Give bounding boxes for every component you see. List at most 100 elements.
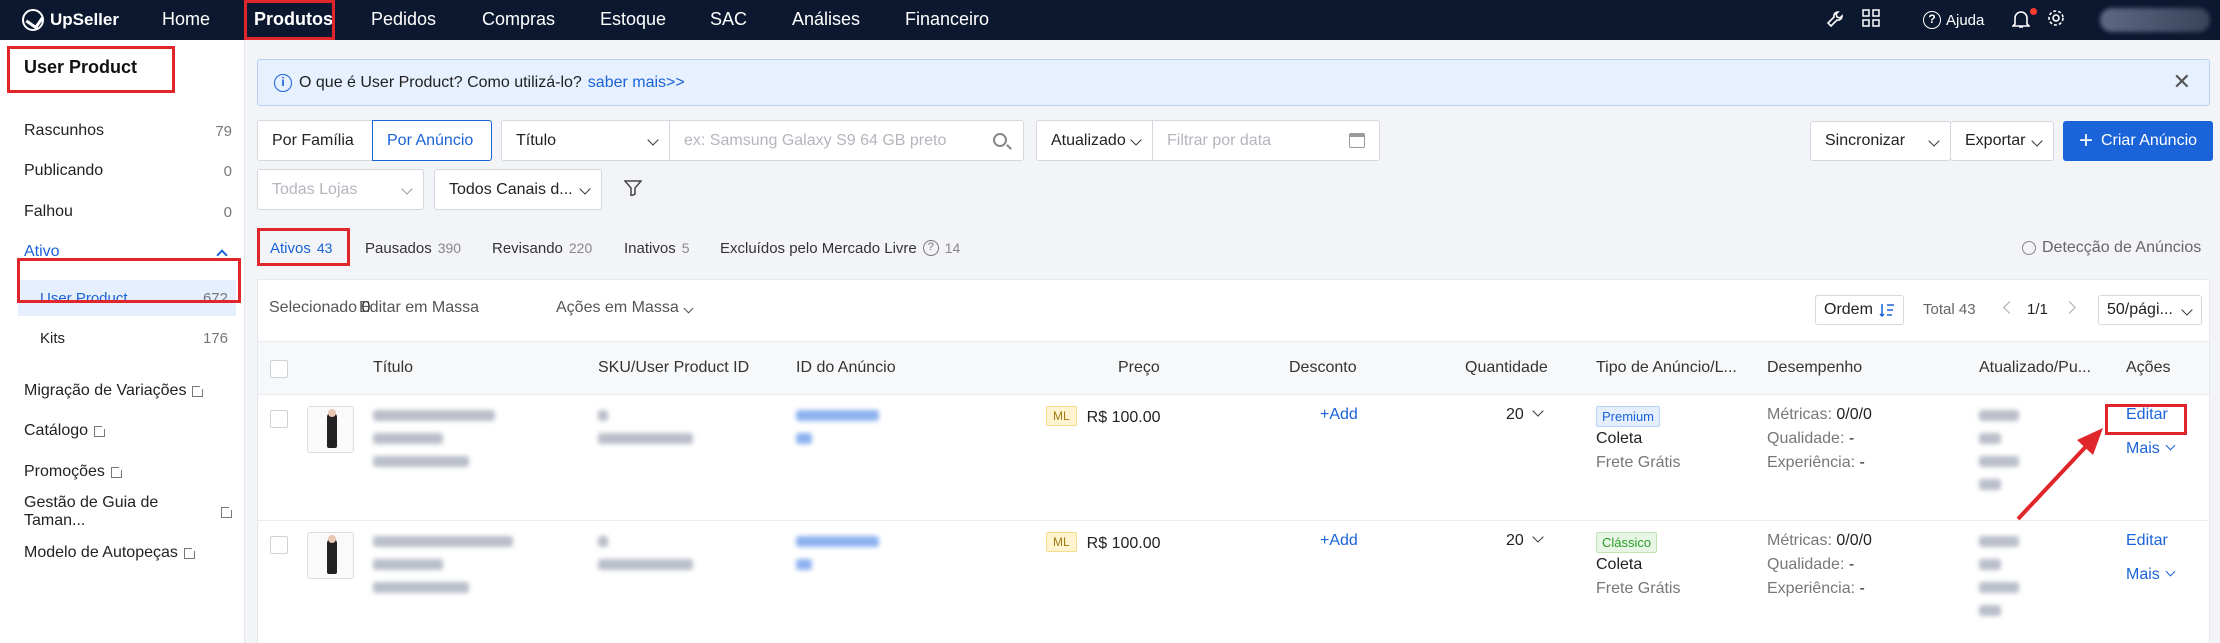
- quantity-dropdown[interactable]: 20: [1506, 531, 1544, 550]
- sidebar-link-label: Catálogo: [24, 422, 89, 439]
- sidebar-item-rascunhos[interactable]: Rascunhos 79: [24, 116, 232, 146]
- quality-label: Qualidade:: [1767, 556, 1845, 573]
- wrench-icon[interactable]: [1824, 9, 1846, 31]
- more-dropdown[interactable]: Mais: [2126, 440, 2176, 458]
- date-field-select[interactable]: Atualizado: [1036, 120, 1153, 161]
- sidebar-link-migracao[interactable]: Migração de Variações: [24, 376, 232, 406]
- metrics-row: Métricas: 0/0/0: [1767, 406, 1872, 424]
- more-dropdown[interactable]: Mais: [2126, 566, 2176, 584]
- add-discount-link[interactable]: +Add: [1320, 406, 1358, 424]
- col-listing-type[interactable]: Tipo de Anúncio/L...: [1596, 359, 1737, 377]
- search-placeholder: ex: Samsung Galaxy S9 64 GB preto: [684, 131, 947, 149]
- listing-detection-button[interactable]: Detecção de Anúncios: [2022, 239, 2201, 257]
- row-checkbox[interactable]: [270, 410, 288, 428]
- order-label: Ordem: [1824, 301, 1873, 318]
- stores-select[interactable]: Todas Lojas: [257, 169, 424, 210]
- sidebar-link-catalogo[interactable]: Catálogo: [24, 416, 232, 446]
- nav-analises[interactable]: Análises: [792, 0, 860, 40]
- apps-grid-icon[interactable]: [1860, 9, 1882, 31]
- channels-select[interactable]: Todos Canais d...: [434, 169, 602, 210]
- search-input[interactable]: ex: Samsung Galaxy S9 64 GB preto: [669, 120, 1024, 161]
- quantity-dropdown[interactable]: 20: [1506, 405, 1544, 424]
- order-button[interactable]: Ordem: [1815, 295, 1904, 325]
- tab-inativos[interactable]: Inativos 5: [624, 236, 690, 260]
- tab-pausados[interactable]: Pausados 390: [365, 236, 461, 260]
- col-price[interactable]: Preço: [1118, 359, 1160, 377]
- filter-icon[interactable]: [624, 180, 642, 196]
- sidebar-item-kits[interactable]: Kits 176: [18, 320, 236, 356]
- col-quantity[interactable]: Quantidade: [1465, 359, 1548, 377]
- learn-more-link[interactable]: saber mais>>: [588, 74, 685, 92]
- redacted-link[interactable]: [796, 559, 812, 570]
- brand-logo[interactable]: UpSeller: [22, 0, 119, 40]
- sidebar-item-label: Rascunhos: [24, 122, 105, 139]
- nav-compras[interactable]: Compras: [482, 0, 555, 40]
- metrics-value: 0/0/0: [1836, 406, 1872, 423]
- user-account-menu[interactable]: [2100, 8, 2210, 32]
- listings-panel: Selecionado 0 Editar em Massa Ações em M…: [257, 279, 2210, 643]
- nav-financeiro[interactable]: Financeiro: [905, 0, 989, 40]
- nav-sac[interactable]: SAC: [710, 0, 747, 40]
- product-thumbnail[interactable]: [307, 532, 354, 579]
- redacted-listing-id[interactable]: [796, 410, 879, 421]
- experience-row: Experiência: -: [1767, 580, 1865, 598]
- external-link-icon: [192, 383, 206, 397]
- tab-label: Excluídos pelo Mercado Livre: [720, 239, 917, 257]
- export-dropdown[interactable]: Exportar: [1950, 121, 2054, 161]
- nav-pedidos[interactable]: Pedidos: [371, 0, 436, 40]
- gear-icon[interactable]: [2045, 9, 2067, 31]
- date-filter-input[interactable]: Filtrar por data: [1152, 120, 1380, 161]
- redacted-listing-id[interactable]: [796, 536, 879, 547]
- chevron-left-icon[interactable]: [2003, 301, 2016, 314]
- nav-home[interactable]: Home: [162, 0, 210, 40]
- question-icon: ?: [1923, 11, 1941, 29]
- product-thumbnail[interactable]: [307, 406, 354, 453]
- highlight-edit-button: [2105, 404, 2187, 435]
- nav-estoque[interactable]: Estoque: [600, 0, 666, 40]
- search-icon[interactable]: [993, 133, 1007, 147]
- tab-por-anuncio[interactable]: Por Anúncio: [372, 120, 492, 161]
- col-listing-id[interactable]: ID do Anúncio: [796, 359, 896, 377]
- col-sku[interactable]: SKU/User Product ID: [598, 359, 749, 377]
- col-performance[interactable]: Desempenho: [1767, 359, 1862, 377]
- brand-name: UpSeller: [50, 10, 119, 29]
- detection-label: Detecção de Anúncios: [2042, 239, 2202, 256]
- bulk-actions-dropdown[interactable]: Ações em Massa: [556, 280, 694, 336]
- redacted-variation: [373, 433, 443, 444]
- search-field-select[interactable]: Título: [501, 120, 670, 161]
- channels-value: Todos Canais d...: [449, 180, 573, 198]
- chevron-right-icon[interactable]: [2063, 301, 2076, 314]
- tab-excluidos[interactable]: Excluídos pelo Mercado Livre ? 14: [720, 236, 960, 260]
- help-menu[interactable]: ? Ajuda: [1923, 0, 1984, 40]
- page-size-select[interactable]: 50/pági...: [2098, 295, 2202, 325]
- redacted-attributes: [373, 582, 469, 593]
- sidebar-link-autopecas[interactable]: Modelo de Autopeças: [24, 538, 232, 568]
- tab-por-familia[interactable]: Por Família: [257, 120, 373, 161]
- tab-revisando[interactable]: Revisando 220: [492, 236, 592, 260]
- tab-label: Pausados: [365, 239, 432, 257]
- add-discount-link[interactable]: +Add: [1320, 532, 1358, 550]
- edit-button[interactable]: Editar: [2126, 532, 2168, 550]
- select-all-checkbox[interactable]: [270, 360, 288, 378]
- row-checkbox[interactable]: [270, 536, 288, 554]
- sidebar-link-promocoes[interactable]: Promoções: [24, 457, 232, 487]
- sidebar-item-falhou[interactable]: Falhou 0: [24, 197, 232, 227]
- table-header: Título SKU/User Product ID ID do Anúncio…: [258, 341, 2209, 395]
- question-icon[interactable]: ?: [922, 240, 939, 256]
- metrics-label: Métricas:: [1767, 532, 1832, 549]
- col-discount[interactable]: Desconto: [1289, 359, 1357, 377]
- sidebar-link-guia-tamanhos[interactable]: Gestão de Guia de Taman...: [24, 494, 234, 529]
- bulk-edit-button[interactable]: Editar em Massa: [359, 280, 479, 336]
- sync-dropdown[interactable]: Sincronizar: [1810, 121, 1951, 161]
- redacted-link[interactable]: [796, 433, 812, 444]
- create-listing-button[interactable]: + Criar Anúncio: [2063, 121, 2213, 161]
- price-value: R$ 100.00: [1086, 409, 1161, 426]
- col-updated[interactable]: Atualizado/Pu...: [1979, 359, 2091, 377]
- sidebar-item-publicando[interactable]: Publicando 0: [24, 156, 232, 186]
- close-icon[interactable]: ✕: [2173, 71, 2191, 93]
- bell-icon[interactable]: [2010, 9, 2032, 31]
- col-title[interactable]: Título: [373, 359, 413, 377]
- selected-indicator: Selecionado 0: [269, 280, 370, 336]
- redacted-updated-date: [1979, 410, 2019, 421]
- experience-label: Experiência:: [1767, 454, 1856, 471]
